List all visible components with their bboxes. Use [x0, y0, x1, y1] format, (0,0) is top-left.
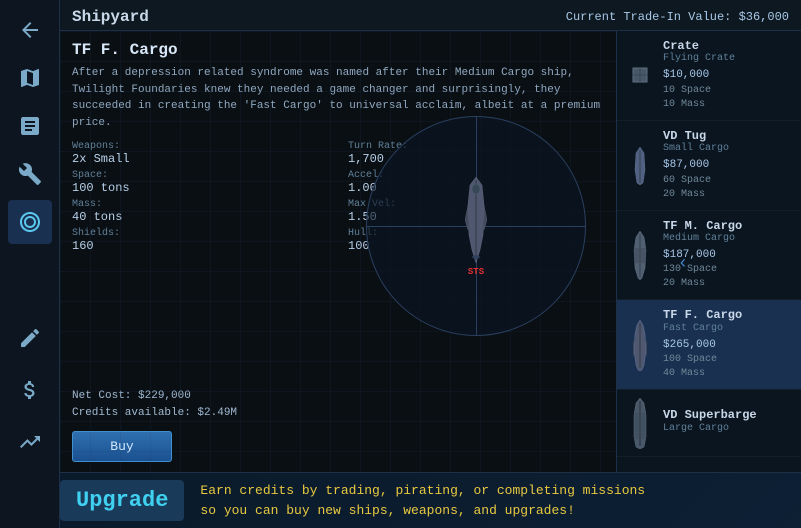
upgrade-banner: Upgrade Earn credits by trading, piratin… [60, 472, 801, 528]
ship-list-stat1-fcargo: 100 Space [663, 353, 793, 367]
shields-value: 160 [72, 239, 328, 253]
space-value: 100 tons [72, 181, 328, 195]
ship-list-stat2: 10 Mass [663, 98, 793, 112]
ship-svg [465, 175, 487, 265]
upgrade-label: Upgrade [60, 480, 184, 521]
ship-list-name: Crate [663, 39, 793, 53]
ship-list-info-fcargo: TF F. Cargo Fast Cargo $265,000 100 Spac… [663, 308, 793, 381]
ship-list-stat1: 10 Space [663, 84, 793, 98]
ship-list-name-mcargo: TF M. Cargo [663, 219, 793, 233]
ship-list-price: $10,000 [663, 68, 793, 83]
crate-icon [630, 65, 650, 85]
ship-list-type: Flying Crate [663, 53, 793, 65]
ship-sprite: STS [465, 175, 487, 277]
tug-icon [633, 145, 647, 185]
ship-list-name-barge: VD Superbarge [663, 408, 793, 422]
back-icon[interactable] [8, 8, 52, 52]
ship-icon[interactable] [8, 200, 52, 244]
ship-label: STS [468, 267, 484, 277]
net-cost: Net Cost: $229,000 [72, 388, 604, 406]
ship-thumb-tug [625, 140, 655, 190]
ship-list-item-barge[interactable]: VD Superbarge Large Cargo [617, 390, 801, 457]
ship-list-stat2-fcargo: 40 Mass [663, 367, 793, 381]
ship-list-type-tug: Small Cargo [663, 143, 793, 155]
ship-list-type-mcargo: Medium Cargo [663, 233, 793, 245]
ship-list-stat1-tug: 60 Space [663, 174, 793, 188]
ship-thumb-fcargo [625, 320, 655, 370]
upgrade-text: Earn credits by trading, pirating, or co… [200, 481, 645, 520]
stat-shields: Shields: 160 [72, 228, 328, 253]
ship-thumb-mcargo [625, 230, 655, 280]
shields-label: Shields: [72, 228, 328, 239]
trade-icon[interactable] [8, 368, 52, 412]
sidebar [0, 0, 60, 528]
ship-list-item-tug[interactable]: VD Tug Small Cargo $87,000 60 Space 20 M… [617, 121, 801, 211]
cost-section: Net Cost: $229,000 Credits available: $2… [72, 380, 604, 462]
weapons-label: Weapons: [72, 141, 328, 152]
ship-thumb-crate [625, 50, 655, 100]
ship-thumb-barge [625, 398, 655, 448]
ship-list[interactable]: Crate Flying Crate $10,000 10 Space 10 M… [616, 31, 801, 472]
weapons-value: 2x Small [72, 152, 328, 166]
ship-info: TF F. Cargo After a depression related s… [60, 31, 616, 472]
mass-label: Mass: [72, 199, 328, 210]
ship-list-price-tug: $87,000 [663, 158, 793, 173]
ship-list-price-fcargo: $265,000 [663, 338, 793, 353]
ship-list-stat2-mcargo: 20 Mass [663, 277, 793, 291]
map-icon[interactable] [8, 56, 52, 100]
ship-list-name-tug: VD Tug [663, 129, 793, 143]
ship-list-info-tug: VD Tug Small Cargo $87,000 60 Space 20 M… [663, 129, 793, 202]
trade-in-value: Current Trade-In Value: $36,000 [566, 10, 789, 24]
fcargo-icon [633, 319, 647, 371]
ship-list-info: Crate Flying Crate $10,000 10 Space 10 M… [663, 39, 793, 112]
scroll-left-icon[interactable]: ‹ [673, 254, 693, 274]
space-label: Space: [72, 170, 328, 181]
ship-circle: STS [366, 116, 586, 336]
ship-list-stat2-tug: 20 Mass [663, 188, 793, 202]
header: Shipyard Current Trade-In Value: $36,000 [60, 0, 801, 31]
stat-mass: Mass: 40 tons [72, 199, 328, 224]
buy-button[interactable]: Buy [72, 431, 172, 462]
tools-icon[interactable] [8, 152, 52, 196]
mass-value: 40 tons [72, 210, 328, 224]
credits-available: Credits available: $2.49M [72, 405, 604, 423]
stat-space: Space: 100 tons [72, 170, 328, 195]
ship-list-info-barge: VD Superbarge Large Cargo [663, 408, 793, 437]
ship-list-item-mcargo[interactable]: TF M. Cargo Medium Cargo $187,000 130 Sp… [617, 211, 801, 301]
page-title: Shipyard [72, 8, 149, 26]
barge-icon [632, 397, 648, 449]
ship-list-item-fcargo[interactable]: TF F. Cargo Fast Cargo $265,000 100 Spac… [617, 300, 801, 390]
ship-viewer: STS [336, 71, 616, 381]
main-content: Shipyard Current Trade-In Value: $36,000… [60, 0, 801, 528]
cargo-icon[interactable] [8, 104, 52, 148]
ship-list-name-fcargo: TF F. Cargo [663, 308, 793, 322]
ship-list-item-crate[interactable]: Crate Flying Crate $10,000 10 Space 10 M… [617, 31, 801, 121]
stats-icon[interactable] [8, 420, 52, 464]
stat-weapons: Weapons: 2x Small [72, 141, 328, 166]
ship-list-type-barge: Large Cargo [663, 423, 793, 435]
ship-panel: TF F. Cargo After a depression related s… [60, 31, 801, 472]
ship-list-type-fcargo: Fast Cargo [663, 323, 793, 335]
crew-icon[interactable] [8, 316, 52, 360]
ship-name: TF F. Cargo [72, 41, 604, 59]
mcargo-icon [633, 230, 647, 280]
